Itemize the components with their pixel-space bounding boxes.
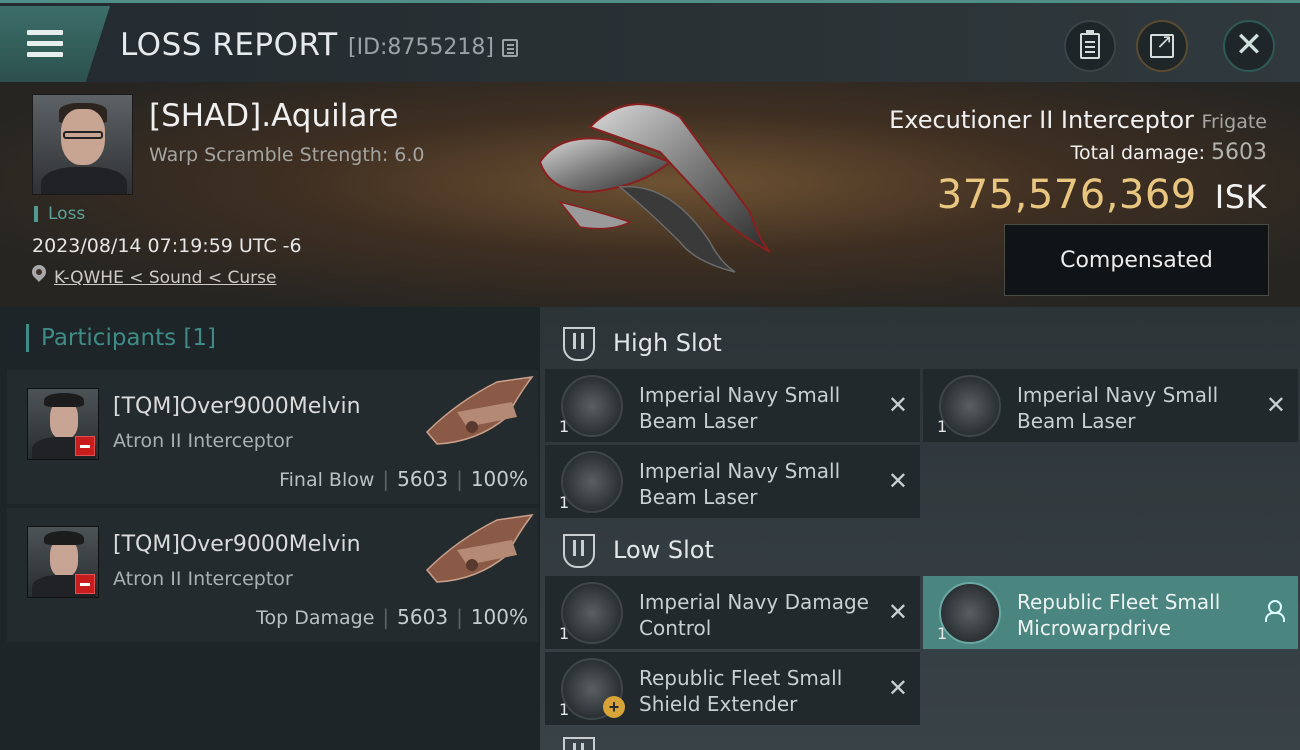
module-name: Imperial Navy Small Beam Laser — [639, 459, 841, 509]
module-item[interactable]: + 1 Republic Fleet Small Shield Extender… — [545, 652, 920, 725]
participant-ship: Atron II Interceptor — [113, 430, 293, 452]
module-name: Imperial Navy Small Beam Laser — [1017, 383, 1219, 433]
pilot-icon — [1264, 600, 1285, 622]
module-quantity: 1 — [559, 624, 570, 643]
report-id: [ID:8755218] — [348, 35, 494, 60]
destroyed-icon: ✕ — [1265, 391, 1286, 419]
module-quantity: 1 — [937, 624, 948, 643]
participants-header: Participants [1] — [26, 324, 216, 352]
low-slot-icon — [563, 534, 595, 568]
destroyed-icon: ✕ — [887, 391, 908, 419]
module-item[interactable]: 1 Imperial Navy Damage Control ✕ — [545, 576, 920, 649]
module-item[interactable]: 1 Imperial Navy Small Beam Laser ✕ — [923, 369, 1298, 442]
destroyed-icon: ✕ — [887, 598, 908, 626]
module-quantity: 1 — [559, 493, 570, 512]
victim-avatar[interactable] — [32, 94, 133, 195]
top-bar: LOSS REPORT [ID:8755218] ✕ — [0, 0, 1300, 82]
compensated-button[interactable]: Compensated — [1004, 224, 1269, 296]
page-title: LOSS REPORT — [120, 27, 338, 63]
loss-datetime: 2023/08/14 07:19:59 UTC -6 — [32, 235, 302, 257]
participant-ship-image — [425, 376, 534, 445]
module-name: Republic Fleet Small Microwarpdrive — [1017, 590, 1221, 640]
participant-card[interactable]: [TQM]Over9000Melvin Atron II Interceptor… — [7, 508, 538, 642]
victim-ship-name[interactable]: Executioner II Interceptor Frigate — [889, 106, 1267, 134]
module-item[interactable]: 1 Imperial Navy Small Beam Laser ✕ — [545, 369, 920, 442]
module-quantity: 1 — [937, 417, 948, 436]
mid-slot-header — [545, 728, 920, 750]
participant-damage: 5603 — [397, 467, 449, 491]
participant-name[interactable]: [TQM]Over9000Melvin — [113, 394, 361, 419]
module-name: Imperial Navy Small Beam Laser — [639, 383, 841, 433]
participant-percent: 100% — [470, 467, 528, 491]
ship-class: Frigate — [1201, 111, 1267, 133]
total-damage: Total damage: 5603 — [1070, 140, 1267, 165]
participant-name[interactable]: [TQM]Over9000Melvin — [113, 532, 361, 557]
participant-ship-image — [425, 514, 534, 583]
close-icon: ✕ — [1234, 24, 1264, 65]
high-slot-header: High Slot — [545, 318, 920, 366]
participant-ship: Atron II Interceptor — [113, 568, 293, 590]
module-item[interactable]: 1 Imperial Navy Small Beam Laser ✕ — [545, 445, 920, 518]
plus-badge-icon: + — [603, 696, 625, 718]
participant-stats: Top Damage | 5603 | 100% — [256, 605, 528, 629]
loss-status-tag: Loss — [34, 206, 85, 223]
victim-banner: [SHAD].Aquilare Warp Scramble Strength: … — [0, 82, 1300, 307]
isk-value: 375,576,369 ISK — [936, 172, 1267, 218]
participant-role: Top Damage — [256, 607, 375, 629]
menu-button[interactable] — [0, 6, 110, 82]
close-button[interactable]: ✕ — [1223, 20, 1275, 72]
module-name: Republic Fleet Small Shield Extender — [639, 666, 843, 716]
participant-percent: 100% — [470, 605, 528, 629]
hamburger-menu-icon[interactable] — [27, 30, 63, 58]
destroyed-icon: ✕ — [887, 467, 908, 495]
share-icon — [1150, 29, 1174, 58]
participant-damage: 5603 — [397, 605, 449, 629]
module-name: Imperial Navy Damage Control — [639, 590, 869, 640]
warp-scramble-strength: Warp Scramble Strength: 6.0 — [149, 144, 425, 166]
clipboard-icon — [1080, 30, 1100, 59]
module-quantity: 1 — [559, 417, 570, 436]
participant-role: Final Blow — [279, 469, 375, 491]
hostile-standing-icon — [75, 436, 95, 456]
high-slot-icon — [563, 327, 595, 361]
share-button[interactable] — [1136, 20, 1188, 72]
module-item-dropped[interactable]: 1 Republic Fleet Small Microwarpdrive — [923, 576, 1298, 649]
location-link[interactable]: K-QWHE < Sound < Curse — [54, 268, 276, 288]
beam-laser-icon — [561, 451, 623, 513]
damage-control-icon — [561, 582, 623, 644]
victim-name[interactable]: [SHAD].Aquilare — [149, 98, 398, 134]
hostile-standing-icon — [75, 574, 95, 594]
mid-slot-icon — [563, 737, 595, 750]
participant-card[interactable]: [TQM]Over9000Melvin Atron II Interceptor… — [7, 370, 538, 504]
low-slot-header: Low Slot — [545, 525, 920, 573]
location-pin-icon — [29, 262, 49, 282]
microwarpdrive-icon — [939, 582, 1001, 644]
victim-ship-image[interactable] — [520, 92, 780, 277]
copy-icon[interactable] — [502, 39, 518, 57]
report-button[interactable] — [1064, 20, 1116, 72]
module-quantity: 1 — [559, 700, 570, 719]
beam-laser-icon — [561, 375, 623, 437]
participant-stats: Final Blow | 5603 | 100% — [279, 467, 528, 491]
beam-laser-icon — [939, 375, 1001, 437]
destroyed-icon: ✕ — [887, 674, 908, 702]
